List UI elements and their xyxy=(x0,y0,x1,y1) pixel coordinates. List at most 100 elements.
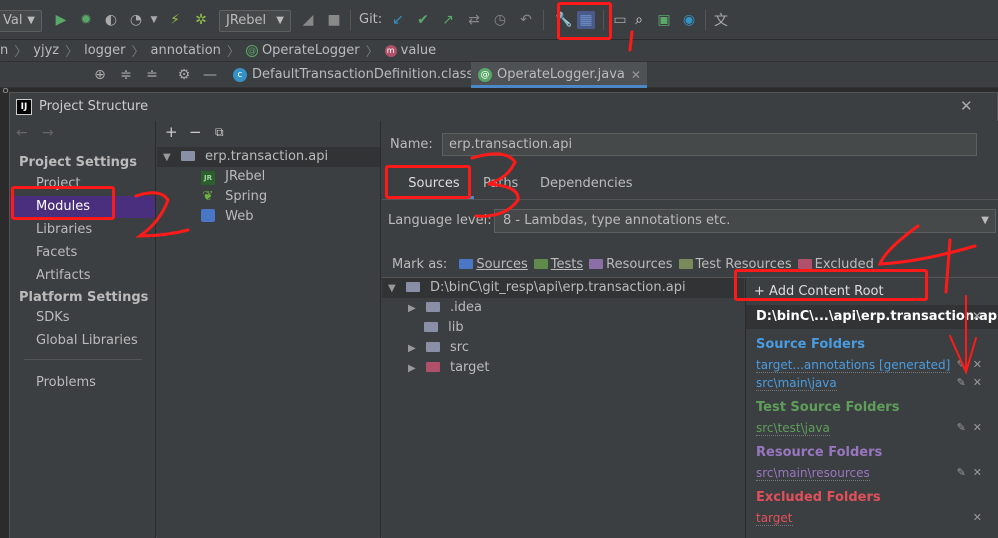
search-icon[interactable]: ⌕ xyxy=(630,11,648,29)
module-tree-root[interactable]: ▼ erp.transaction.api xyxy=(157,147,380,167)
tree-item-target[interactable]: ▶ target xyxy=(408,358,490,378)
tab-paths[interactable]: Paths xyxy=(483,169,518,199)
content-root-panel: + Add Content Root D:\binC\...\api\erp.t… xyxy=(745,278,998,538)
edit-icon[interactable]: ✎ xyxy=(957,421,966,434)
chevron-right-icon[interactable]: ▶ xyxy=(408,363,416,374)
nav-item-sdks[interactable]: SDKs xyxy=(10,307,155,329)
check-icon[interactable]: ◉ xyxy=(680,11,698,29)
chevron-down-icon[interactable]: ▼ xyxy=(145,11,163,29)
breadcrumb-item[interactable]: logger xyxy=(84,43,125,58)
chevron-down-icon[interactable]: ▼ xyxy=(388,283,396,294)
breadcrumb-item[interactable]: yjyz xyxy=(33,43,59,58)
profile-icon[interactable]: ◔ xyxy=(127,11,145,29)
debug-icon[interactable]: ✹ xyxy=(77,11,95,29)
nav-item-artifacts[interactable]: Artifacts xyxy=(10,265,155,287)
close-icon[interactable]: ✕ xyxy=(973,511,982,524)
content-root-header: D:\binC\...\api\erp.transaction.api ✕ xyxy=(746,305,998,329)
test-source-folder-row[interactable]: src\test\java ✎ ✕ xyxy=(756,419,986,437)
translate-icon[interactable]: 文 xyxy=(712,11,730,29)
add-content-root-button[interactable]: + Add Content Root xyxy=(754,284,884,299)
back-arrow-icon[interactable]: ← xyxy=(16,125,28,141)
module-facet-spring[interactable]: ❦ Spring xyxy=(201,187,268,207)
jrebel-combo[interactable]: JRebel ▼ xyxy=(219,10,291,32)
settings-wrench-icon[interactable]: 🔧 xyxy=(555,11,573,29)
module-facet-jrebel[interactable]: JR JRebel xyxy=(201,167,265,187)
source-folder-path: src\main\java xyxy=(756,376,837,391)
jrebel-run-icon[interactable]: ⚡ xyxy=(166,11,184,29)
tree-item-lib[interactable]: lib xyxy=(408,318,464,338)
breadcrumb-item[interactable]: n xyxy=(0,43,8,58)
mark-as-tests[interactable]: Tests xyxy=(533,257,583,272)
sdk-icon[interactable]: ▭ xyxy=(611,11,629,29)
close-icon[interactable]: ✕ xyxy=(960,97,973,115)
language-level-select[interactable]: 8 - Lambdas, type annotations etc. ▼ xyxy=(494,209,996,233)
tree-item-src[interactable]: ▶ src xyxy=(408,338,469,358)
jrebel-debug-icon[interactable]: ✲ xyxy=(192,11,210,29)
stop-icon[interactable]: ■ xyxy=(325,11,343,29)
breadcrumb-item[interactable]: annotation xyxy=(151,43,221,58)
run-config-combo[interactable]: Val ▼ xyxy=(0,10,42,32)
rollback-icon[interactable]: ↶ xyxy=(517,11,535,29)
edit-icon[interactable]: ✎ xyxy=(957,376,966,389)
expand-all-icon[interactable]: ≑ xyxy=(117,66,135,84)
nav-item-problems[interactable]: Problems xyxy=(10,372,155,394)
mark-as-test-resources[interactable]: Test Resources xyxy=(678,257,792,272)
close-icon[interactable]: ✕ xyxy=(973,421,982,434)
collapse-all-icon[interactable]: ≐ xyxy=(143,66,161,84)
nav-item-modules[interactable]: Modules xyxy=(10,196,155,218)
mark-as-sources[interactable]: Sources xyxy=(459,257,528,272)
name-label: Name: xyxy=(390,137,433,152)
web-icon xyxy=(201,209,215,222)
tab-sources[interactable]: Sources xyxy=(394,169,474,199)
gear-icon[interactable]: ⚙ xyxy=(175,66,193,84)
resource-folder-row[interactable]: src\main\resources ✎ ✕ xyxy=(756,464,986,482)
module-name-input[interactable]: erp.transaction.api xyxy=(442,133,977,156)
minimize-icon[interactable]: — xyxy=(201,66,219,84)
copy-icon[interactable]: ⧉ xyxy=(215,125,224,140)
edit-icon[interactable]: ✎ xyxy=(957,466,966,479)
edit-icon[interactable]: ✎ xyxy=(957,358,966,371)
breadcrumb-item[interactable]: OperateLogger xyxy=(262,43,360,58)
source-folder-row[interactable]: src\main\java ✎ ✕ xyxy=(756,374,986,392)
close-icon[interactable]: ✕ xyxy=(973,358,982,371)
add-icon[interactable]: + xyxy=(165,123,178,141)
coverage-icon[interactable]: ◐ xyxy=(102,11,120,29)
git-commit-icon[interactable]: ✔ xyxy=(414,11,432,29)
git-push-icon[interactable]: ↗ xyxy=(439,11,457,29)
nav-item-libraries[interactable]: Libraries xyxy=(10,219,155,241)
monitor-icon[interactable]: ▣ xyxy=(655,11,673,29)
chevron-right-icon: 〉 xyxy=(131,45,145,60)
git-merge-icon[interactable]: ⇄ xyxy=(465,11,483,29)
tab-operate-logger[interactable]: @ OperateLogger.java ✕ xyxy=(471,62,647,88)
folder-icon xyxy=(425,342,440,352)
mark-as-excluded[interactable]: Excluded xyxy=(797,257,874,272)
close-icon[interactable]: ✕ xyxy=(973,376,982,389)
run-icon[interactable]: ▶ xyxy=(52,11,70,29)
chevron-down-icon[interactable]: ▼ xyxy=(163,152,171,163)
close-icon[interactable]: ✕ xyxy=(631,62,641,88)
tree-item-idea[interactable]: ▶ .idea xyxy=(408,298,482,318)
mark-as-resources[interactable]: Resources xyxy=(589,257,673,272)
source-folder-row[interactable]: target...annotations [generated] ✎ ✕ xyxy=(756,356,986,374)
nav-item-facets[interactable]: Facets xyxy=(10,242,155,264)
git-update-icon[interactable]: ↙ xyxy=(389,11,407,29)
project-structure-icon[interactable]: ▦ xyxy=(577,11,595,29)
tab-dependencies[interactable]: Dependencies xyxy=(540,169,633,199)
chevron-right-icon[interactable]: ▶ xyxy=(408,303,416,314)
nav-item-project[interactable]: Project xyxy=(10,173,155,195)
target-icon[interactable]: ⊕ xyxy=(91,66,109,84)
jrebel-combo-label: JRebel xyxy=(226,13,267,28)
close-icon[interactable]: ✕ xyxy=(973,466,982,479)
breadcrumb-item[interactable]: value xyxy=(401,43,437,58)
excluded-folder-row[interactable]: target ✕ xyxy=(756,509,986,527)
module-facet-web[interactable]: Web xyxy=(201,207,253,227)
close-icon[interactable]: ✕ xyxy=(972,309,982,323)
remove-icon[interactable]: − xyxy=(189,123,202,141)
build-icon[interactable]: ◢ xyxy=(299,11,317,29)
chevron-right-icon[interactable]: ▶ xyxy=(408,343,416,354)
history-icon[interactable]: ◷ xyxy=(491,11,509,29)
tab-default-transaction-definition[interactable]: c DefaultTransactionDefinition.class ✕ xyxy=(226,62,495,88)
content-tree-root[interactable]: ▼ D:\binC\git_resp\api\erp.transaction.a… xyxy=(382,278,744,298)
nav-item-global-libraries[interactable]: Global Libraries xyxy=(10,330,155,352)
forward-arrow-icon[interactable]: → xyxy=(42,125,54,141)
